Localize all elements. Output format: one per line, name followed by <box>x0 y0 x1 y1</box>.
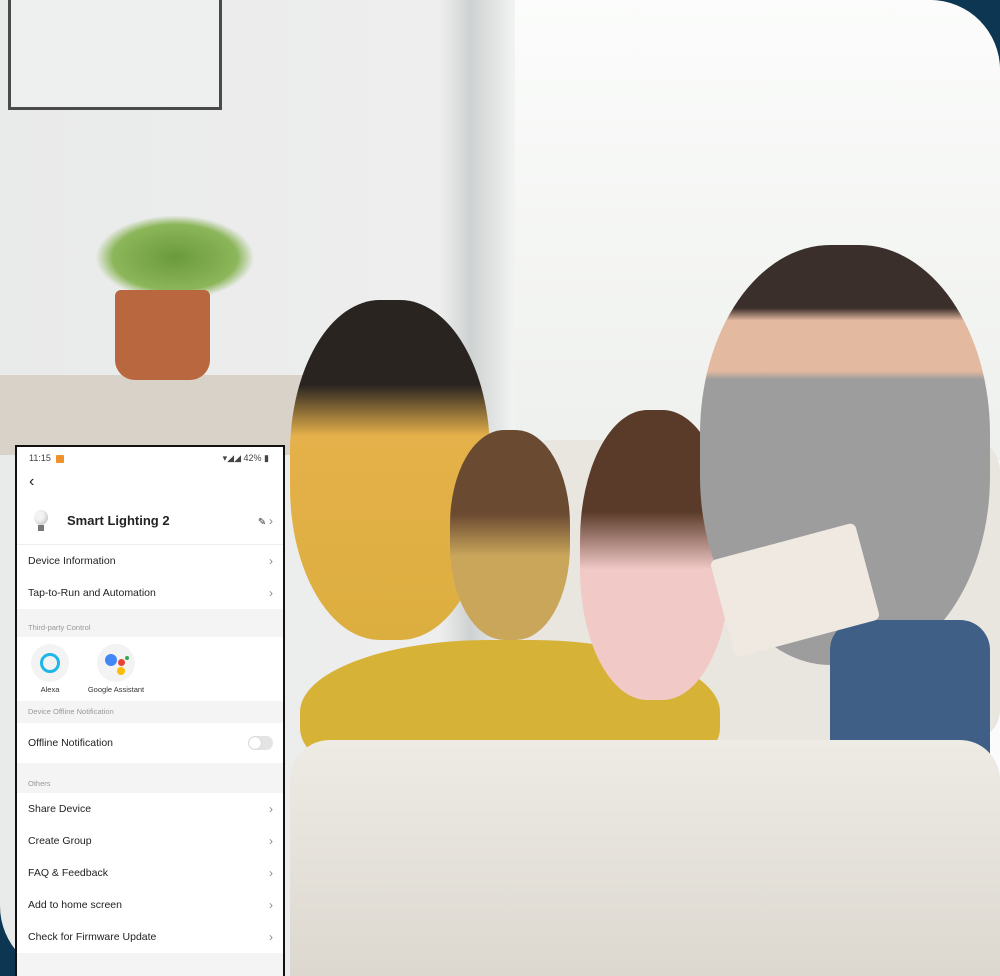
section-header-offline: Device Offline Notification <box>28 707 114 716</box>
battery-icon: ▮ <box>261 452 269 463</box>
notification-icon <box>55 454 64 463</box>
menu-faq-feedback[interactable]: FAQ & Feedback › <box>17 857 283 889</box>
edit-icon[interactable]: ✎ › <box>258 514 273 528</box>
chevron-right-icon: › <box>269 586 273 600</box>
status-time: 11:15 <box>29 453 51 463</box>
third-party-list: Alexa Google Assistant <box>17 637 283 701</box>
child-one <box>450 430 570 640</box>
menu-label: Add to home screen <box>28 899 122 911</box>
chevron-right-icon: › <box>269 834 273 848</box>
google-assistant-label: Google Assistant <box>87 685 145 694</box>
chevron-right-icon: › <box>269 554 273 568</box>
menu-check-firmware-update[interactable]: Check for Firmware Update › <box>17 921 283 953</box>
chevron-right-icon: › <box>269 930 273 944</box>
menu-share-device[interactable]: Share Device › <box>17 793 283 825</box>
menu-label: FAQ & Feedback <box>28 867 108 879</box>
google-assistant-button[interactable]: Google Assistant <box>83 644 149 701</box>
light-bulb-icon <box>33 509 49 532</box>
menu-add-to-home-screen[interactable]: Add to home screen › <box>17 889 283 921</box>
phone-app-screenshot: 11:15 ▾◢◢ 42% ▮ ‹ Smart Lighting 2 ✎ › D… <box>15 445 285 976</box>
plant <box>95 215 255 300</box>
menu-label: Device Information <box>28 555 116 567</box>
wall-picture-frame <box>8 0 222 110</box>
wifi-signal-icon: ▾◢◢ <box>222 452 244 463</box>
menu-label: Check for Firmware Update <box>28 931 157 943</box>
alexa-label: Alexa <box>40 685 60 694</box>
alexa-icon <box>40 653 60 673</box>
menu-tap-to-run[interactable]: Tap-to-Run and Automation › <box>17 577 283 609</box>
section-header-third-party: Third-party Control <box>28 623 91 632</box>
status-bar: 11:15 ▾◢◢ 42% ▮ <box>17 447 283 469</box>
menu-label: Create Group <box>28 835 92 847</box>
chevron-right-icon: › <box>269 866 273 880</box>
plant-pot <box>115 290 210 380</box>
alexa-button[interactable]: Alexa <box>17 644 83 701</box>
google-assistant-icon <box>97 644 135 682</box>
offline-notification-toggle[interactable] <box>248 736 273 750</box>
back-arrow-icon: ‹ <box>29 473 35 490</box>
chevron-right-icon: › <box>269 898 273 912</box>
device-name: Smart Lighting 2 <box>67 513 170 528</box>
back-button[interactable]: ‹ <box>17 469 283 497</box>
battery-level: 42% <box>243 452 262 463</box>
menu-device-information[interactable]: Device Information › <box>17 545 283 577</box>
sofa <box>290 740 1000 976</box>
chevron-right-icon: › <box>269 513 273 528</box>
menu-create-group[interactable]: Create Group › <box>17 825 283 857</box>
menu-label: Share Device <box>28 803 92 815</box>
offline-notification-label: Offline Notification <box>28 737 114 749</box>
menu-label: Tap-to-Run and Automation <box>28 587 156 599</box>
device-header[interactable]: Smart Lighting 2 ✎ › <box>17 497 283 545</box>
shelf <box>0 375 330 455</box>
offline-notification-row: Offline Notification <box>17 723 283 763</box>
section-header-others: Others <box>28 779 51 788</box>
chevron-right-icon: › <box>269 802 273 816</box>
